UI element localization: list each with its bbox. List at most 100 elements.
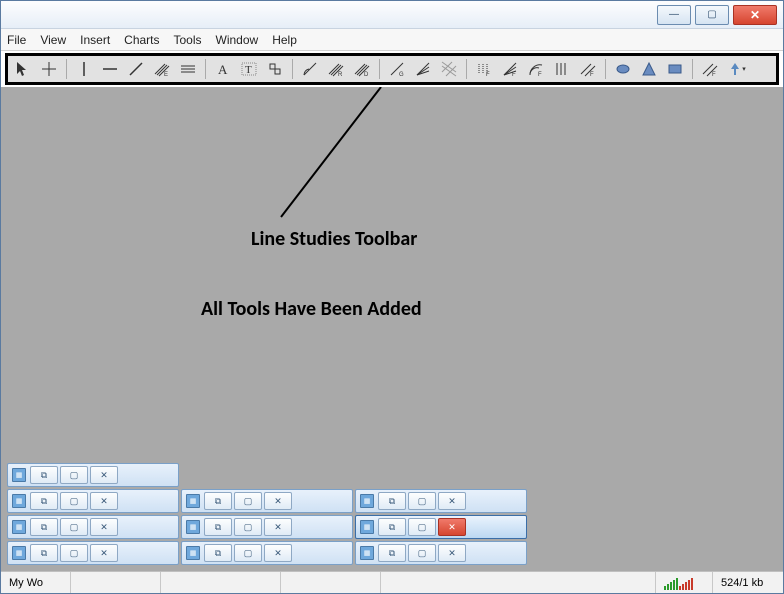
arrows-tool[interactable]: ▾ bbox=[725, 58, 747, 80]
menu-file[interactable]: File bbox=[7, 33, 26, 47]
svg-text:F: F bbox=[512, 72, 516, 78]
restore-button[interactable]: ⧉ bbox=[204, 492, 232, 510]
restore-button[interactable]: ⧉ bbox=[204, 544, 232, 562]
minimized-chart-window[interactable]: ▦ ⧉▢✕ bbox=[7, 541, 179, 565]
chart-icon: ▦ bbox=[12, 468, 26, 482]
chart-icon: ▦ bbox=[12, 546, 26, 560]
restore-button[interactable]: ⧉ bbox=[378, 518, 406, 536]
ellipse-tool[interactable] bbox=[612, 58, 634, 80]
menu-tools[interactable]: Tools bbox=[174, 33, 202, 47]
shapes-tool[interactable] bbox=[264, 58, 286, 80]
mini-row: ▦ ⧉▢✕ bbox=[7, 463, 527, 487]
minimized-chart-window[interactable]: ▦⧉▢✕ bbox=[355, 541, 527, 565]
status-kb: 524/1 kb bbox=[713, 572, 783, 593]
cursor-tool[interactable] bbox=[12, 58, 34, 80]
fibo-arcs-tool[interactable]: F bbox=[525, 58, 547, 80]
crosshair-tool[interactable] bbox=[38, 58, 60, 80]
maximize-button[interactable]: ▢ bbox=[408, 544, 436, 562]
triangle-tool[interactable] bbox=[638, 58, 660, 80]
annotation-label-1: Line Studies Toolbar bbox=[251, 227, 417, 251]
maximize-button[interactable]: ▢ bbox=[695, 5, 729, 25]
maximize-button[interactable]: ▢ bbox=[60, 466, 88, 484]
mini-row: ▦⧉▢✕▦⧉▢✕▦⧉▢✕ bbox=[7, 489, 527, 513]
close-button[interactable]: ✕ bbox=[90, 466, 118, 484]
vertical-line-tool[interactable] bbox=[73, 58, 95, 80]
stddev-channel-tool[interactable]: D bbox=[351, 58, 373, 80]
gann-grid-tool[interactable] bbox=[438, 58, 460, 80]
restore-button[interactable]: ⧉ bbox=[30, 544, 58, 562]
minimized-chart-window[interactable]: ▦⧉▢✕ bbox=[181, 515, 353, 539]
app-window: — ▢ ✕ File View Insert Charts Tools Wind… bbox=[0, 0, 784, 594]
maximize-button[interactable]: ▢ bbox=[234, 518, 262, 536]
channel-tool[interactable] bbox=[177, 58, 199, 80]
restore-button[interactable]: ⧉ bbox=[204, 518, 232, 536]
menu-window[interactable]: Window bbox=[216, 33, 259, 47]
menu-view[interactable]: View bbox=[40, 33, 66, 47]
text-tool[interactable]: T bbox=[238, 58, 260, 80]
svg-text:F: F bbox=[590, 72, 594, 78]
close-button[interactable]: ✕ bbox=[264, 518, 292, 536]
close-icon: ✕ bbox=[750, 8, 760, 22]
annotation-pointer-line bbox=[251, 87, 451, 247]
fibo-expansion-tool[interactable]: F bbox=[699, 58, 721, 80]
minimized-chart-window[interactable]: ▦ ⧉▢✕ bbox=[7, 463, 179, 487]
menu-help[interactable]: Help bbox=[272, 33, 297, 47]
menu-insert[interactable]: Insert bbox=[80, 33, 110, 47]
close-button[interactable]: ✕ bbox=[438, 544, 466, 562]
connection-bars-icon bbox=[664, 576, 704, 590]
fibo-extension-tool[interactable]: F bbox=[577, 58, 599, 80]
close-button[interactable]: ✕ bbox=[90, 518, 118, 536]
minimized-chart-window[interactable]: ▦⧉▢✕ bbox=[181, 541, 353, 565]
text-label-tool[interactable]: A bbox=[212, 58, 234, 80]
fibo-fan-tool[interactable]: F bbox=[499, 58, 521, 80]
minimized-chart-window[interactable]: ▦⧉▢✕ bbox=[181, 489, 353, 513]
minimized-chart-window[interactable]: ▦⧉▢✕ bbox=[355, 515, 527, 539]
minimize-icon: — bbox=[669, 9, 679, 20]
gann-fan-tool[interactable] bbox=[412, 58, 434, 80]
restore-button[interactable]: ⧉ bbox=[30, 492, 58, 510]
minimized-chart-window[interactable]: ▦ ⧉▢✕ bbox=[355, 489, 527, 513]
separator bbox=[66, 59, 67, 79]
menu-charts[interactable]: Charts bbox=[124, 33, 159, 47]
minimize-button[interactable]: — bbox=[657, 5, 691, 25]
restore-button[interactable]: ⧉ bbox=[378, 492, 406, 510]
minimized-chart-window[interactable]: ▦ ⧉▢✕ bbox=[7, 489, 179, 513]
close-button[interactable]: ✕ bbox=[438, 518, 466, 536]
close-button[interactable]: ✕ bbox=[733, 5, 777, 25]
close-button[interactable]: ✕ bbox=[264, 544, 292, 562]
svg-text:F: F bbox=[486, 72, 490, 78]
restore-button[interactable]: ⧉ bbox=[30, 466, 58, 484]
chart-icon: ▦ bbox=[360, 494, 374, 508]
maximize-button[interactable]: ▢ bbox=[60, 492, 88, 510]
svg-text:F: F bbox=[712, 72, 716, 78]
rectangle-tool[interactable] bbox=[664, 58, 686, 80]
close-button[interactable]: ✕ bbox=[264, 492, 292, 510]
minimized-chart-window[interactable]: ▦ ⧉▢✕ bbox=[7, 515, 179, 539]
status-profile[interactable]: My Wo bbox=[1, 572, 71, 593]
regression-tool[interactable]: R bbox=[325, 58, 347, 80]
maximize-button[interactable]: ▢ bbox=[234, 492, 262, 510]
close-button[interactable]: ✕ bbox=[90, 544, 118, 562]
svg-text:T: T bbox=[245, 64, 252, 76]
maximize-button[interactable]: ▢ bbox=[60, 518, 88, 536]
restore-button[interactable]: ⧉ bbox=[30, 518, 58, 536]
maximize-button[interactable]: ▢ bbox=[234, 544, 262, 562]
close-button[interactable]: ✕ bbox=[438, 492, 466, 510]
trendline-tool[interactable] bbox=[125, 58, 147, 80]
horizontal-line-tool[interactable] bbox=[99, 58, 121, 80]
chart-icon: ▦ bbox=[12, 494, 26, 508]
chart-icon: ▦ bbox=[12, 520, 26, 534]
restore-button[interactable]: ⧉ bbox=[378, 544, 406, 562]
angle-trend-tool[interactable] bbox=[299, 58, 321, 80]
separator bbox=[466, 59, 467, 79]
equidistant-channel-tool[interactable]: E bbox=[151, 58, 173, 80]
gann-line-tool[interactable]: G bbox=[386, 58, 408, 80]
svg-text:A: A bbox=[218, 62, 228, 77]
connection-indicator[interactable] bbox=[656, 572, 713, 593]
fibo-retracement-tool[interactable]: F bbox=[473, 58, 495, 80]
maximize-button[interactable]: ▢ bbox=[60, 544, 88, 562]
close-button[interactable]: ✕ bbox=[90, 492, 118, 510]
fibo-channel-tool[interactable] bbox=[551, 58, 573, 80]
maximize-button[interactable]: ▢ bbox=[408, 492, 436, 510]
maximize-button[interactable]: ▢ bbox=[408, 518, 436, 536]
